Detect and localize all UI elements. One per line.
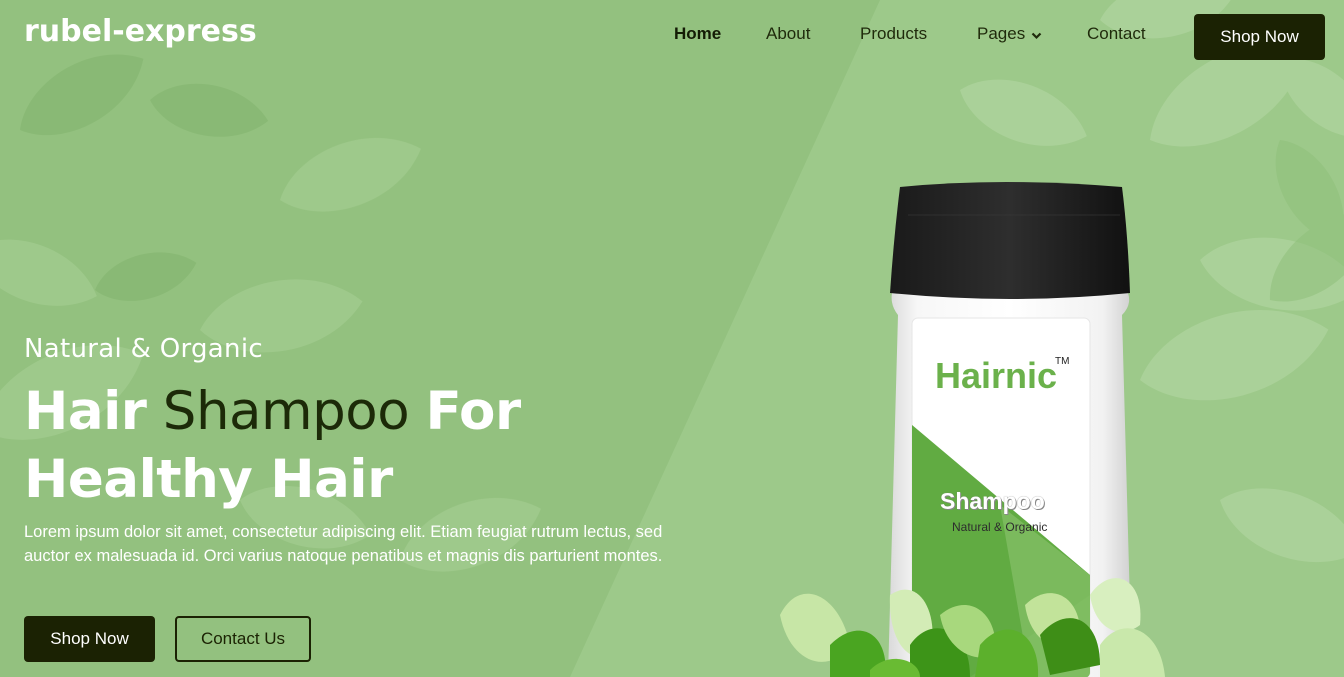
hero-description: Lorem ipsum dolor sit amet, consectetur … xyxy=(24,523,663,565)
hero-contact-us-button[interactable]: Contact Us xyxy=(175,616,311,662)
site-header: rubel-express Home About Products Pages … xyxy=(0,0,1344,72)
nav-pages-label: Pages xyxy=(977,24,1026,43)
headline-word-shampoo: Shampoo xyxy=(162,381,410,442)
product-brand-label: Hairnic xyxy=(935,355,1058,396)
product-name-label: Shampoo xyxy=(940,488,1045,514)
product-image: Hairnic TM Shampoo Natural & Organic xyxy=(770,175,1190,677)
nav-home[interactable]: Home xyxy=(674,24,721,44)
product-tagline-label: Natural & Organic xyxy=(952,520,1048,534)
hero-shop-now-button[interactable]: Shop Now xyxy=(24,616,155,662)
nav-contact[interactable]: Contact xyxy=(1087,24,1146,44)
headline-word-hair: Hair xyxy=(24,381,147,442)
nav-products[interactable]: Products xyxy=(860,24,927,44)
headline-word-for: For xyxy=(425,381,522,442)
product-trademark: TM xyxy=(1055,356,1070,367)
site-logo[interactable]: rubel-express xyxy=(24,14,257,49)
nav-about[interactable]: About xyxy=(766,24,810,44)
shampoo-bottle-illustration xyxy=(780,182,1165,677)
nav-pages[interactable]: Pages xyxy=(977,24,1042,45)
hero-content: Natural & Organic Hair Shampoo For Healt… xyxy=(24,334,704,568)
hero-headline: Hair Shampoo For Healthy Hair xyxy=(24,378,704,514)
chevron-down-icon xyxy=(1031,25,1042,45)
header-shop-now-button[interactable]: Shop Now xyxy=(1194,14,1325,60)
hero-eyebrow: Natural & Organic xyxy=(24,334,263,364)
headline-healthy-hair: Healthy Hair xyxy=(24,449,393,510)
